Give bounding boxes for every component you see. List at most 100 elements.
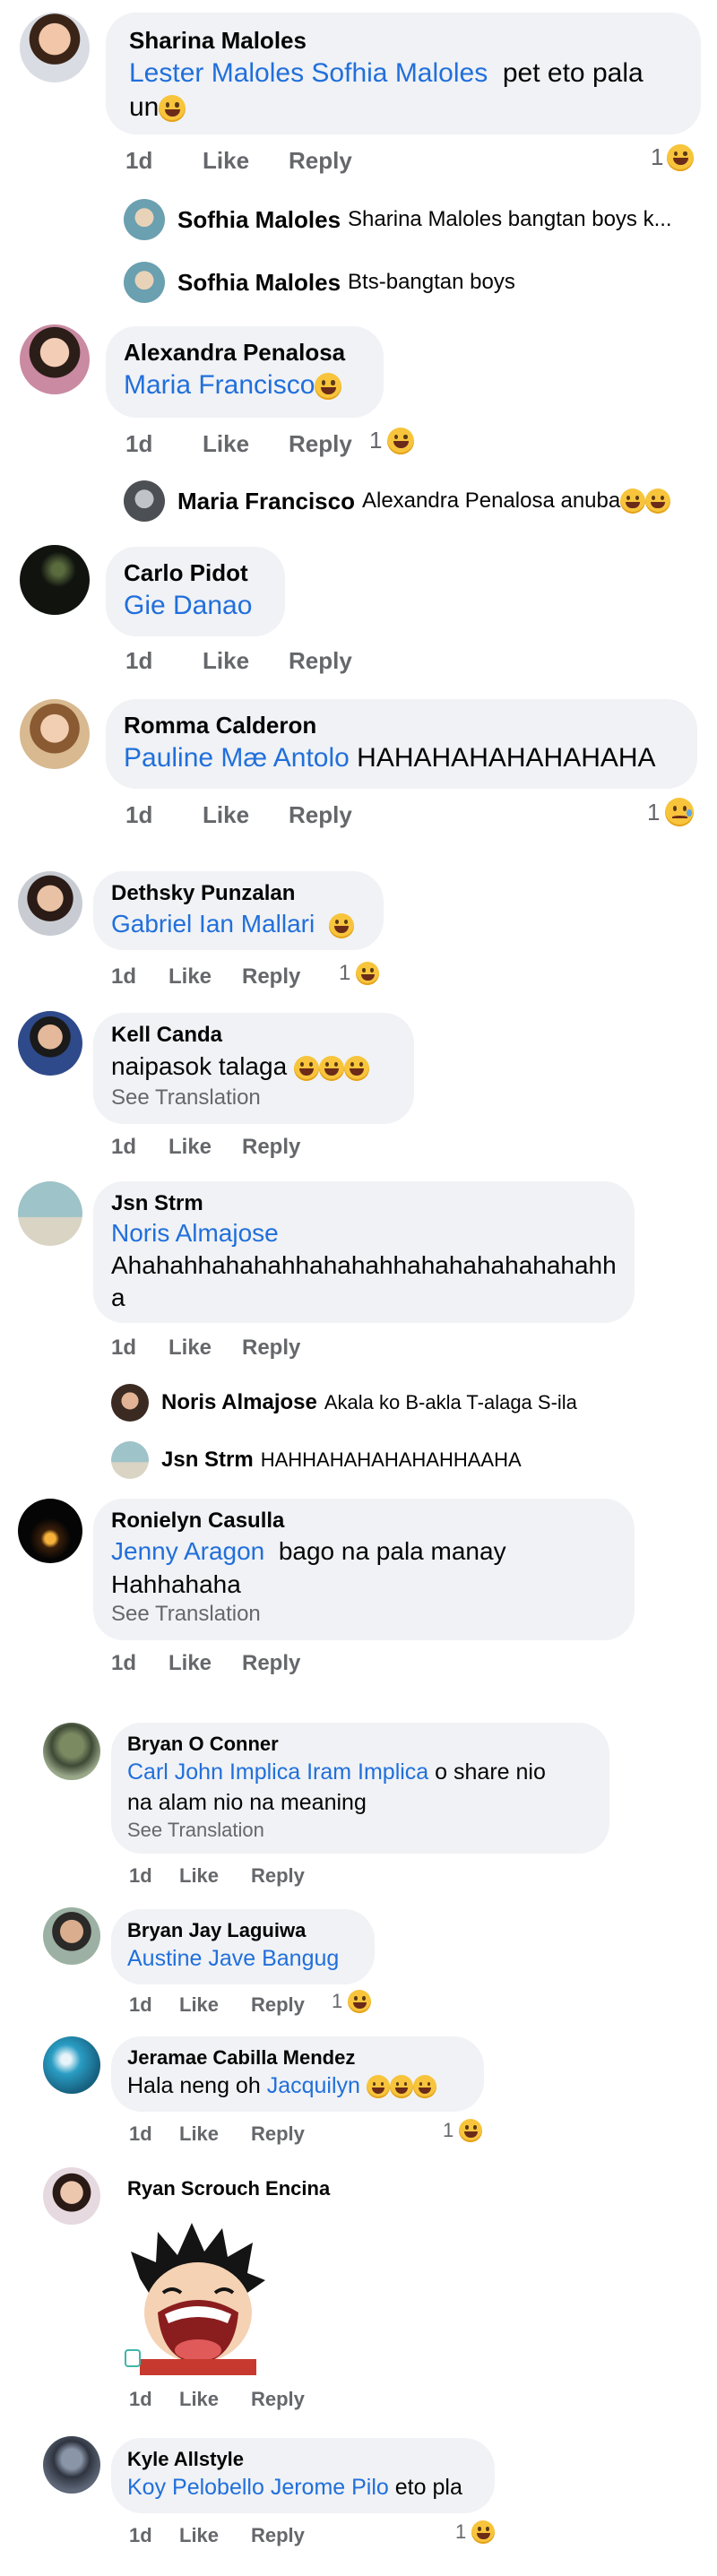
reply-author[interactable]: Maria Francisco	[177, 488, 355, 515]
avatar[interactable]	[20, 699, 90, 769]
comment-timestamp: 1d	[111, 1336, 137, 1360]
reply-preview[interactable]: Sofhia Maloles Bts-bangtan boys	[124, 262, 515, 303]
comment-timestamp: 1d	[125, 147, 153, 174]
avatar[interactable]	[43, 2036, 100, 2094]
reply-button[interactable]: Reply	[251, 1993, 305, 2017]
comment-text: bago na pala manay	[278, 1537, 506, 1565]
reply-button[interactable]: Reply	[289, 430, 352, 458]
reply-text: Sharina Maloles bangtan boys k...	[348, 207, 672, 231]
like-button[interactable]: Like	[179, 2122, 251, 2146]
comment-timestamp: 1d	[111, 1651, 137, 1675]
reply-preview[interactable]: Maria Francisco Alexandra Penalosa anuba	[124, 480, 671, 522]
comment-author[interactable]: Romma Calderon	[124, 710, 679, 740]
like-button[interactable]: Like	[168, 1651, 242, 1676]
comment-bubble: Jeramae Cabilla Mendez Hala neng oh Jacq…	[111, 2036, 484, 2112]
mention-link[interactable]: Jenny Aragon	[111, 1537, 264, 1565]
reply-preview[interactable]: Sofhia Maloles Sharina Maloles bangtan b…	[124, 199, 672, 240]
mention-link[interactable]: Pauline Mæ Antolo	[124, 743, 350, 773]
avatar[interactable]	[18, 871, 82, 936]
reply-button[interactable]: Reply	[242, 1651, 300, 1676]
laughing-emoji-icon	[412, 2075, 436, 2099]
comment-author[interactable]: Jeramae Cabilla Mendez	[127, 2045, 468, 2070]
avatar	[111, 1441, 149, 1479]
avatar[interactable]	[43, 1907, 100, 1965]
mention-link[interactable]: Gabriel Ian Mallari	[111, 910, 315, 938]
mention-link[interactable]: Austine Jave Bangug	[127, 1943, 358, 1974]
reply-author[interactable]: Sofhia Maloles	[177, 269, 341, 297]
like-button[interactable]: Like	[179, 2524, 251, 2547]
like-button[interactable]: Like	[168, 1135, 242, 1160]
see-translation-link[interactable]: See Translation	[127, 1818, 593, 1843]
like-button[interactable]: Like	[179, 2388, 251, 2411]
comment-author[interactable]: Kyle Allstyle	[127, 2447, 479, 2472]
avatar[interactable]	[43, 2436, 100, 2494]
comment-author[interactable]: Ronielyn Casulla	[111, 1508, 617, 1534]
comment-author[interactable]: Bryan O Conner	[127, 1732, 593, 1757]
reply-button[interactable]: Reply	[251, 2388, 305, 2411]
reply-button[interactable]: Reply	[289, 647, 352, 675]
like-button[interactable]: Like	[179, 1993, 251, 2017]
avatar[interactable]	[20, 324, 90, 394]
reply-author[interactable]: Noris Almajose	[161, 1390, 317, 1415]
mention-link[interactable]: Gie Danao	[124, 588, 267, 624]
like-button[interactable]: Like	[203, 147, 289, 175]
avatar[interactable]	[20, 545, 90, 615]
see-translation-link[interactable]: See Translation	[111, 1085, 396, 1111]
reply-button[interactable]: Reply	[242, 1336, 300, 1361]
reply-button[interactable]: Reply	[289, 801, 352, 829]
comment-author[interactable]: Jsn Strm	[111, 1190, 617, 1217]
avatar[interactable]	[18, 1181, 82, 1246]
reply-preview[interactable]: Jsn Strm HAHHAHAHAHAHAHHAAHA	[111, 1441, 522, 1479]
comment-author[interactable]: Alexandra Penalosa	[124, 337, 366, 367]
reaction-summary[interactable]: 1	[651, 143, 695, 171]
like-button[interactable]: Like	[203, 801, 289, 829]
reply-button[interactable]: Reply	[251, 2524, 305, 2547]
reply-author[interactable]: Jsn Strm	[161, 1448, 254, 1473]
avatar	[124, 262, 165, 303]
like-button[interactable]: Like	[168, 964, 242, 990]
avatar[interactable]	[43, 2167, 100, 2225]
reaction-count: 1	[339, 961, 351, 985]
comment-author[interactable]: Kell Canda	[111, 1022, 396, 1049]
mention-link[interactable]: Koy Pelobello Jerome Pilo	[127, 2475, 389, 2500]
avatar[interactable]	[18, 1011, 82, 1076]
comment-actions: 1d Like Reply	[111, 964, 300, 990]
comment-author[interactable]: Ryan Scrouch Encina	[127, 2176, 330, 2201]
comment-text: naipasok talaga	[111, 1052, 288, 1080]
mention-link[interactable]: Noris Almajose	[111, 1217, 617, 1249]
avatar[interactable]	[20, 13, 90, 82]
like-button[interactable]: Like	[168, 1336, 242, 1361]
comment-author[interactable]: Sharina Maloles	[129, 25, 678, 56]
reply-button[interactable]: Reply	[242, 964, 300, 990]
like-button[interactable]: Like	[179, 1864, 251, 1888]
like-button[interactable]: Like	[203, 430, 289, 458]
laughing-emoji-icon	[315, 373, 342, 401]
mention-link[interactable]: Jacquilyn	[267, 2073, 360, 2098]
comment-author[interactable]: Dethsky Punzalan	[111, 880, 366, 907]
luffy-sticker[interactable]	[122, 2216, 274, 2375]
like-button[interactable]: Like	[203, 647, 289, 675]
reply-button[interactable]: Reply	[242, 1135, 300, 1160]
see-translation-link[interactable]: See Translation	[111, 1601, 617, 1628]
reaction-summary[interactable]: 1	[332, 1990, 372, 2013]
reaction-summary[interactable]: 1	[339, 961, 380, 986]
comment-author[interactable]: Bryan Jay Laguiwa	[127, 1918, 358, 1943]
reaction-summary[interactable]: 1	[647, 798, 695, 826]
reaction-count: 1	[369, 427, 383, 454]
comment-text: HAHAHAHAHAHAHAHA	[357, 743, 656, 773]
reply-preview[interactable]: Noris Almajose Akala ko B-akla T-alaga S…	[111, 1384, 577, 1422]
avatar[interactable]	[43, 1723, 100, 1780]
reaction-summary[interactable]: 1	[443, 2119, 483, 2142]
avatar	[111, 1384, 149, 1422]
mention-link[interactable]: Carl John Implica Iram Implica	[127, 1759, 428, 1785]
avatar[interactable]	[18, 1499, 82, 1563]
comment-author[interactable]: Carlo Pidot	[124, 558, 267, 588]
reply-button[interactable]: Reply	[251, 1864, 305, 1888]
reply-author[interactable]: Sofhia Maloles	[177, 206, 341, 234]
mention-link[interactable]: Maria Francisco	[124, 370, 315, 400]
reply-button[interactable]: Reply	[289, 147, 352, 175]
reply-button[interactable]: Reply	[251, 2122, 305, 2146]
reaction-summary[interactable]: 1	[369, 427, 415, 454]
mention-link[interactable]: Lester Maloles Sofhia Maloles	[129, 58, 488, 88]
reaction-summary[interactable]: 1	[455, 2520, 496, 2544]
